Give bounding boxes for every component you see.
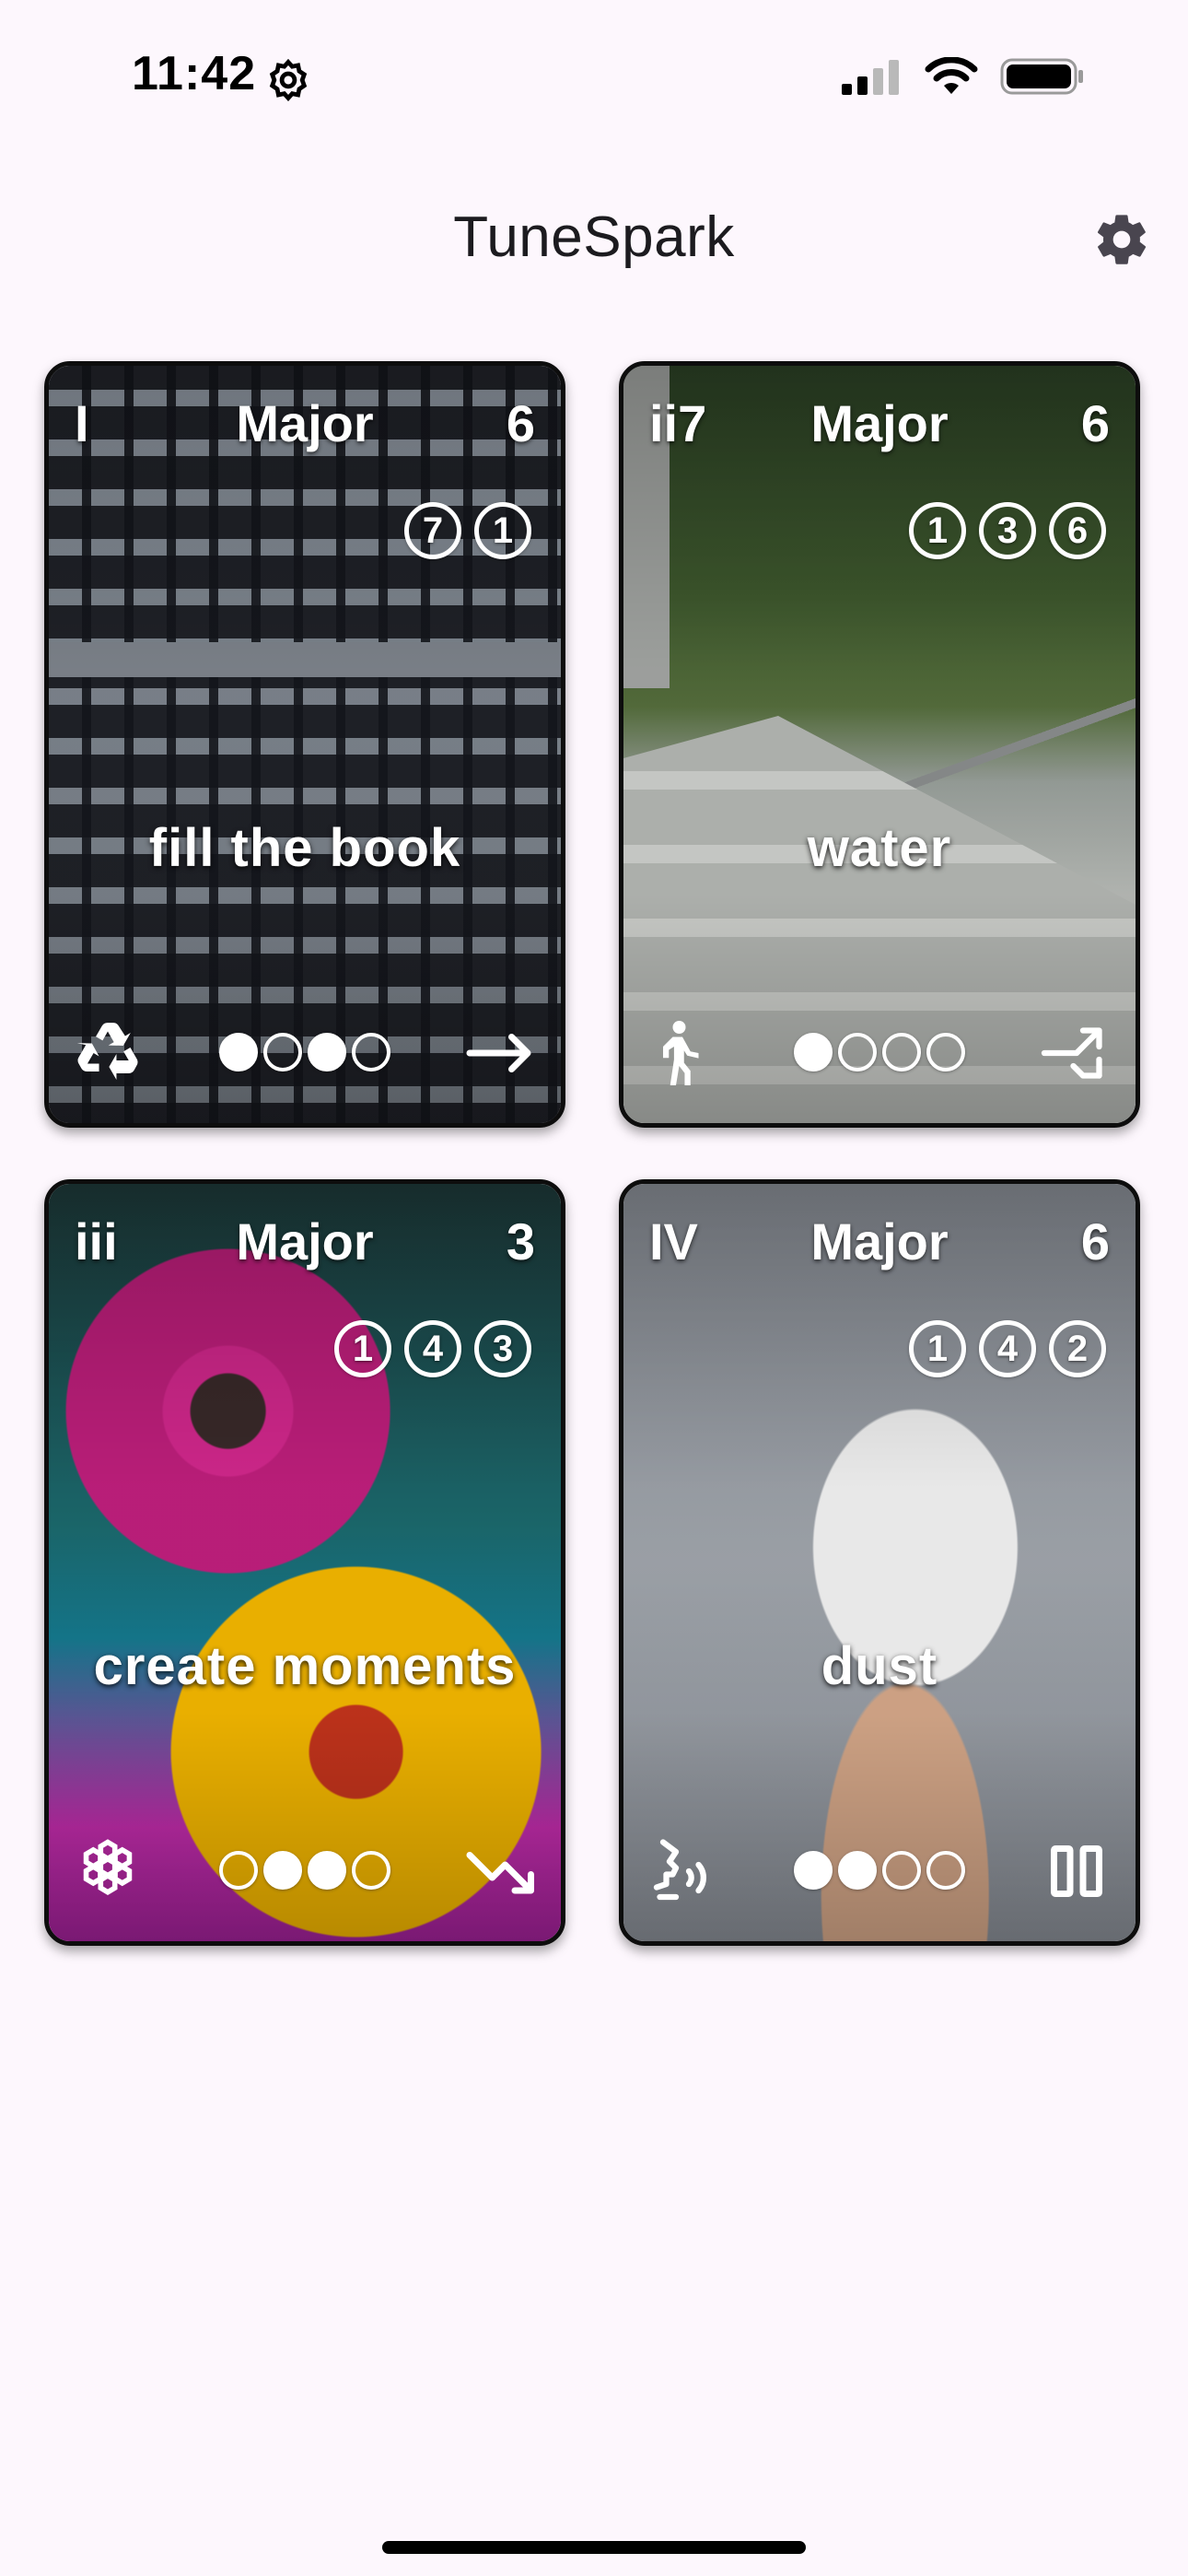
progress-dot-filled [838,1851,877,1890]
chord-card-4[interactable]: IV Major 6 1 4 2 dust [619,1179,1140,1946]
status-time: 11:42 [132,47,257,100]
card-prompt-text: water [807,818,952,878]
progress-dot-filled [794,1851,833,1890]
progress-dot-empty [882,1033,921,1071]
degree-badge: 3 [979,502,1036,559]
degree-badge: 1 [909,1320,966,1377]
app-title: TuneSpark [453,205,735,269]
progress-dot-empty [352,1033,390,1071]
shuffle-arrow-icon[interactable] [1038,1014,1115,1092]
degree-badge: 1 [334,1320,391,1377]
progress-dot-filled [308,1033,346,1071]
card-prompt-text: create moments [93,1636,517,1696]
recycle-icon[interactable] [69,1014,146,1092]
degree-badge: 4 [979,1320,1036,1377]
progress-dot-empty [838,1033,877,1071]
degree-list: 7 1 [404,502,531,559]
progress-dot-filled [794,1033,833,1071]
chord-mode: Major [810,1212,949,1270]
chord-card-3[interactable]: iii Major 3 1 4 3 create moments [44,1179,565,1946]
degree-list: 1 3 6 [909,502,1106,559]
degree-badge: 2 [1049,1320,1106,1377]
chord-mode: Major [236,394,374,452]
progress-dot-filled [219,1033,258,1071]
beat-count: 6 [1080,394,1110,452]
progress-dot-empty [219,1851,258,1890]
degree-badge: 1 [474,502,531,559]
cellular-signal-icon [842,60,899,95]
degree-badge: 6 [1049,502,1106,559]
progress-dot-empty [882,1851,921,1890]
degree-badge: 7 [404,502,461,559]
trending-down-icon[interactable] [463,1832,541,1910]
person-speaking-icon[interactable] [644,1832,721,1910]
home-indicator [382,2541,806,2554]
progress-dot-empty [926,1851,965,1890]
battery-icon [1000,58,1083,95]
progress-dot-filled [308,1851,346,1890]
chord-card-1[interactable]: I Major 6 7 1 fill the book [44,361,565,1128]
degree-list: 1 4 2 [909,1320,1106,1377]
beat-count: 6 [1080,1212,1110,1270]
arrow-right-icon[interactable] [463,1014,541,1092]
chord-card-2[interactable]: ii7 Major 6 1 3 6 water [619,361,1140,1128]
wifi-icon [925,57,978,94]
status-bar: 11:42 [0,0,1188,157]
hexagon-flower-icon[interactable] [69,1832,146,1910]
degree-list: 1 4 3 [334,1320,531,1377]
progress-dot-filled [263,1851,302,1890]
settings-status-icon [269,58,308,101]
chord-mode: Major [810,394,949,452]
progress-dots [794,1033,965,1071]
chord-mode: Major [236,1212,374,1270]
degree-badge: 1 [909,502,966,559]
card-prompt-text: fill the book [148,818,461,878]
progress-dots [219,1033,390,1071]
pause-icon[interactable] [1038,1832,1115,1910]
progress-dot-empty [263,1033,302,1071]
beat-count: 6 [506,394,535,452]
degree-badge: 3 [474,1320,531,1377]
progress-dots [219,1851,390,1890]
degree-badge: 4 [404,1320,461,1377]
settings-gear-icon[interactable] [1092,210,1151,269]
progress-dot-empty [352,1851,390,1890]
card-prompt-text: dust [821,1636,938,1696]
progress-dot-empty [926,1033,965,1071]
progress-dots [794,1851,965,1890]
beat-count: 3 [506,1212,535,1270]
person-walking-icon[interactable] [644,1014,721,1092]
